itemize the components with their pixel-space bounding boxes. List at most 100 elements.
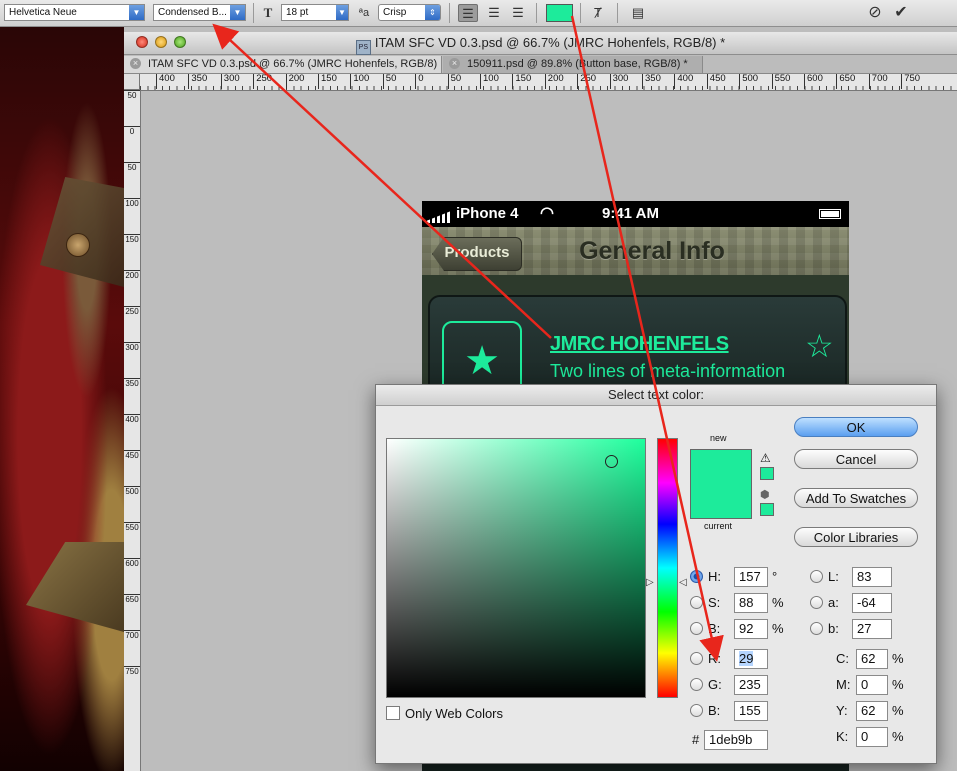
percent-unit: % [892, 651, 904, 666]
navigation-bar: Products General Info [422, 227, 849, 275]
magenta-row: M: 0 % [836, 675, 916, 695]
black-row: K: 0 % [836, 727, 916, 747]
dialog-title: Select text color: [376, 385, 936, 406]
divider [449, 3, 450, 23]
text-color-swatch[interactable] [546, 4, 573, 22]
ruler-tick-label: 150 [512, 74, 531, 89]
gamut-swatch[interactable] [760, 467, 774, 480]
dog-tag-star-icon: ★ [442, 321, 522, 391]
green-input[interactable]: 235 [734, 675, 768, 695]
tab-150911[interactable]: × 150911.psd @ 89.8% (Button base, RGB/8)… [443, 56, 703, 73]
cancel-icon[interactable]: ⊘ [865, 4, 885, 22]
hue-row: H: 157 ° [690, 567, 800, 587]
ruler-tick-label: 450 [706, 74, 726, 89]
font-size-select[interactable]: 18 pt ▼ [281, 4, 349, 21]
ruler-tick-label: 750 [901, 74, 920, 89]
align-center-icon[interactable]: ☰ [484, 4, 504, 22]
chevron-down-icon[interactable]: ▼ [129, 5, 144, 20]
ruler-tick-label: 550 [124, 522, 140, 532]
ok-button[interactable]: OK [794, 417, 918, 437]
ruler-origin[interactable] [124, 74, 140, 90]
horizontal-ruler[interactable]: 400 350 300 250 200 150 100 50 0 50 100 150 200 250 30… [140, 74, 957, 91]
card-title[interactable]: JMRC HOHENFELS [550, 333, 729, 356]
ruler-tick-label: 350 [642, 74, 661, 89]
hex-label: # [692, 732, 700, 747]
red-radio[interactable] [690, 652, 703, 665]
lab-b-radio[interactable] [810, 622, 823, 635]
black-input[interactable]: 0 [856, 727, 888, 747]
gamut-warning-icon[interactable]: ⚠ [760, 451, 771, 465]
warp-text-icon[interactable]: Ⱦ [588, 4, 608, 22]
font-style-select[interactable]: Condensed B... ▼ [153, 4, 246, 21]
percent-unit: % [892, 703, 904, 718]
cancel-button[interactable]: Cancel [794, 449, 918, 469]
bolt [66, 233, 90, 257]
add-to-swatches-button[interactable]: Add To Swatches [794, 488, 918, 508]
hue-input[interactable]: 157 [734, 567, 768, 587]
chevron-updown-icon[interactable]: ⇕ [425, 5, 440, 20]
card-subtitle: Two lines of meta-information [550, 361, 786, 381]
brightness-radio[interactable] [690, 622, 703, 635]
favorite-star-icon[interactable]: ☆ [805, 327, 834, 365]
character-panel-icon[interactable]: ▤ [628, 4, 648, 22]
hue-slider-right-handle[interactable]: ◁ [679, 577, 687, 588]
green-radio[interactable] [690, 678, 703, 691]
font-family-select[interactable]: Helvetica Neue ▼ [4, 4, 145, 21]
red-input[interactable]: 29 [734, 649, 768, 669]
lab-b-label: b: [828, 621, 839, 636]
align-right-icon[interactable]: ☰ [508, 4, 528, 22]
status-bar: iPhone 4 ◠ 9:41 AM [422, 201, 849, 227]
ruler-tick-label: 650 [124, 594, 140, 604]
lab-l-radio[interactable] [810, 570, 823, 583]
magenta-input[interactable]: 0 [856, 675, 888, 695]
checkbox-box[interactable] [386, 706, 400, 720]
lab-l-input[interactable]: 83 [852, 567, 892, 587]
saturation-brightness-field[interactable] [386, 438, 646, 698]
vertical-ruler[interactable]: 50 0 50 100 150 200 250 300 350 400 450 500 550 600 65… [124, 90, 141, 771]
saturation-label: S: [708, 595, 721, 610]
percent-unit: % [892, 729, 904, 744]
back-button[interactable]: Products [432, 237, 522, 271]
tab-itam-sfc[interactable]: × ITAM SFC VD 0.3.psd @ 66.7% (JMRC Hohen… [124, 56, 442, 86]
color-field-cursor[interactable] [605, 455, 618, 468]
color-picker-dialog: Select text color: ▷ ◁ new current ⚠ ⬢ O… [375, 384, 937, 764]
hue-slider[interactable] [657, 438, 678, 698]
commit-icon[interactable]: ✔ [891, 4, 911, 22]
close-tab-icon[interactable]: × [449, 58, 460, 69]
saturation-input[interactable]: 88 [734, 593, 768, 613]
green-row: G: 235 [690, 675, 800, 695]
chevron-down-icon[interactable]: ▼ [336, 5, 348, 20]
align-left-icon[interactable]: ☰ [458, 4, 478, 22]
hue-slider-left-handle[interactable]: ▷ [646, 577, 654, 588]
ruler-tick-label: 500 [739, 74, 758, 89]
info-card[interactable]: ★ JMRC HOHENFELS Two lines of meta-infor… [428, 295, 847, 391]
hex-input[interactable]: 1deb9b [704, 730, 768, 750]
blue-radio[interactable] [690, 704, 703, 717]
ruler-tick-label: 350 [124, 378, 140, 388]
cyan-input[interactable]: 62 [856, 649, 888, 669]
blue-input[interactable]: 155 [734, 701, 768, 721]
lab-a-label: a: [828, 595, 839, 610]
close-tab-icon[interactable]: × [130, 58, 141, 69]
hue-radio[interactable] [690, 570, 703, 583]
lab-a-input[interactable]: -64 [852, 593, 892, 613]
antialias-select[interactable]: Crisp ⇕ [378, 4, 441, 21]
window-title: PS ITAM SFC VD 0.3.psd @ 66.7% (JMRC Hohe… [124, 35, 957, 55]
yellow-input[interactable]: 62 [856, 701, 888, 721]
title-bar[interactable]: PS ITAM SFC VD 0.3.psd @ 66.7% (JMRC Hohe… [124, 32, 957, 55]
ruler-tick-label: 750 [124, 666, 140, 676]
web-safe-swatch[interactable] [760, 503, 774, 516]
lab-a-radio[interactable] [810, 596, 823, 609]
ruler-tick-label: 200 [544, 74, 564, 89]
only-web-colors-checkbox[interactable]: Only Web Colors [386, 706, 503, 721]
chevron-down-icon[interactable]: ▼ [230, 5, 245, 20]
ruler-tick-label: 250 [253, 74, 272, 89]
lab-b-input[interactable]: 27 [852, 619, 892, 639]
brightness-input[interactable]: 92 [734, 619, 768, 639]
ruler-tick-label: 500 [124, 486, 140, 496]
background-artwork [0, 27, 124, 771]
web-safe-cube-icon[interactable]: ⬢ [760, 488, 770, 501]
red-row: R: 29 [690, 649, 800, 669]
color-libraries-button[interactable]: Color Libraries [794, 527, 918, 547]
saturation-radio[interactable] [690, 596, 703, 609]
